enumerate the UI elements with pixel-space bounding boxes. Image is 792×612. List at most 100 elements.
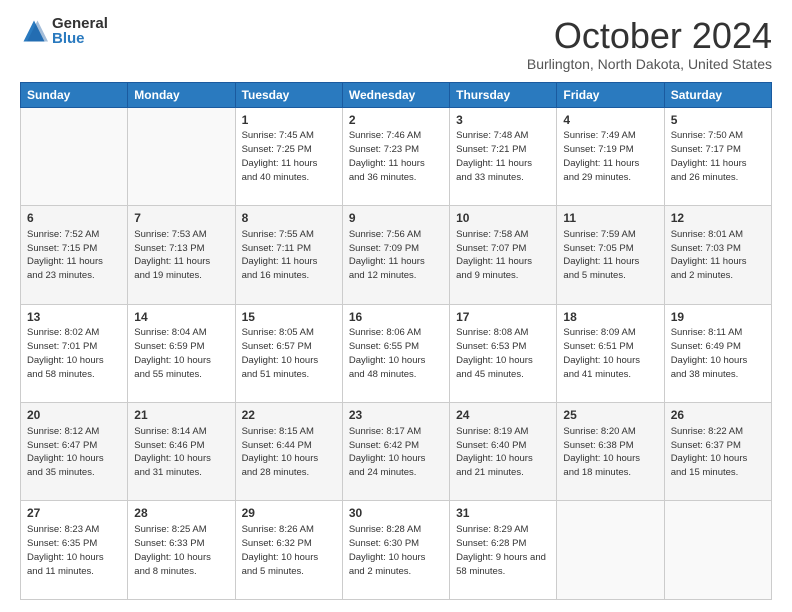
day-info: Sunrise: 8:17 AMSunset: 6:42 PMDaylight:… [349, 425, 443, 480]
day-info: Sunrise: 8:14 AMSunset: 6:46 PMDaylight:… [134, 425, 228, 480]
day-info: Sunrise: 7:49 AMSunset: 7:19 PMDaylight:… [563, 129, 657, 184]
day-info: Sunrise: 8:05 AMSunset: 6:57 PMDaylight:… [242, 326, 336, 381]
title-block: October 2024 Burlington, North Dakota, U… [527, 16, 772, 72]
day-number: 27 [27, 505, 121, 522]
day-number: 26 [671, 407, 765, 424]
day-number: 22 [242, 407, 336, 424]
day-number: 15 [242, 309, 336, 326]
header: General Blue October 2024 Burlington, No… [20, 16, 772, 72]
calendar-header-thursday: Thursday [450, 82, 557, 107]
day-info: Sunrise: 8:15 AMSunset: 6:44 PMDaylight:… [242, 425, 336, 480]
day-info: Sunrise: 7:50 AMSunset: 7:17 PMDaylight:… [671, 129, 765, 184]
day-number: 25 [563, 407, 657, 424]
calendar-cell: 22Sunrise: 8:15 AMSunset: 6:44 PMDayligh… [235, 403, 342, 501]
calendar-cell: 23Sunrise: 8:17 AMSunset: 6:42 PMDayligh… [342, 403, 449, 501]
calendar-cell: 13Sunrise: 8:02 AMSunset: 7:01 PMDayligh… [21, 304, 128, 402]
calendar-header-sunday: Sunday [21, 82, 128, 107]
calendar-week-row: 27Sunrise: 8:23 AMSunset: 6:35 PMDayligh… [21, 501, 772, 600]
day-info: Sunrise: 8:06 AMSunset: 6:55 PMDaylight:… [349, 326, 443, 381]
day-info: Sunrise: 7:48 AMSunset: 7:21 PMDaylight:… [456, 129, 550, 184]
calendar-cell: 16Sunrise: 8:06 AMSunset: 6:55 PMDayligh… [342, 304, 449, 402]
day-info: Sunrise: 7:52 AMSunset: 7:15 PMDaylight:… [27, 228, 121, 283]
day-info: Sunrise: 8:29 AMSunset: 6:28 PMDaylight:… [456, 523, 550, 578]
day-info: Sunrise: 7:58 AMSunset: 7:07 PMDaylight:… [456, 228, 550, 283]
day-number: 14 [134, 309, 228, 326]
calendar-cell: 10Sunrise: 7:58 AMSunset: 7:07 PMDayligh… [450, 206, 557, 304]
day-number: 16 [349, 309, 443, 326]
day-number: 28 [134, 505, 228, 522]
logo-icon [20, 17, 48, 45]
location: Burlington, North Dakota, United States [527, 56, 772, 72]
calendar-cell [664, 501, 771, 600]
calendar-cell: 3Sunrise: 7:48 AMSunset: 7:21 PMDaylight… [450, 107, 557, 205]
calendar-cell: 24Sunrise: 8:19 AMSunset: 6:40 PMDayligh… [450, 403, 557, 501]
calendar-header-wednesday: Wednesday [342, 82, 449, 107]
day-number: 5 [671, 112, 765, 129]
day-number: 8 [242, 210, 336, 227]
month-title: October 2024 [527, 16, 772, 56]
day-info: Sunrise: 7:46 AMSunset: 7:23 PMDaylight:… [349, 129, 443, 184]
calendar-cell: 27Sunrise: 8:23 AMSunset: 6:35 PMDayligh… [21, 501, 128, 600]
day-info: Sunrise: 8:04 AMSunset: 6:59 PMDaylight:… [134, 326, 228, 381]
calendar-cell: 30Sunrise: 8:28 AMSunset: 6:30 PMDayligh… [342, 501, 449, 600]
day-number: 29 [242, 505, 336, 522]
day-info: Sunrise: 7:53 AMSunset: 7:13 PMDaylight:… [134, 228, 228, 283]
calendar-cell: 29Sunrise: 8:26 AMSunset: 6:32 PMDayligh… [235, 501, 342, 600]
day-number: 9 [349, 210, 443, 227]
day-info: Sunrise: 8:25 AMSunset: 6:33 PMDaylight:… [134, 523, 228, 578]
calendar-cell: 4Sunrise: 7:49 AMSunset: 7:19 PMDaylight… [557, 107, 664, 205]
calendar-cell: 18Sunrise: 8:09 AMSunset: 6:51 PMDayligh… [557, 304, 664, 402]
calendar-cell: 2Sunrise: 7:46 AMSunset: 7:23 PMDaylight… [342, 107, 449, 205]
calendar-week-row: 6Sunrise: 7:52 AMSunset: 7:15 PMDaylight… [21, 206, 772, 304]
calendar-cell: 1Sunrise: 7:45 AMSunset: 7:25 PMDaylight… [235, 107, 342, 205]
calendar-cell: 11Sunrise: 7:59 AMSunset: 7:05 PMDayligh… [557, 206, 664, 304]
day-number: 24 [456, 407, 550, 424]
calendar-cell: 19Sunrise: 8:11 AMSunset: 6:49 PMDayligh… [664, 304, 771, 402]
day-info: Sunrise: 8:22 AMSunset: 6:37 PMDaylight:… [671, 425, 765, 480]
day-number: 21 [134, 407, 228, 424]
calendar-cell: 17Sunrise: 8:08 AMSunset: 6:53 PMDayligh… [450, 304, 557, 402]
day-info: Sunrise: 8:09 AMSunset: 6:51 PMDaylight:… [563, 326, 657, 381]
calendar-week-row: 20Sunrise: 8:12 AMSunset: 6:47 PMDayligh… [21, 403, 772, 501]
day-info: Sunrise: 7:45 AMSunset: 7:25 PMDaylight:… [242, 129, 336, 184]
calendar-table: SundayMondayTuesdayWednesdayThursdayFrid… [20, 82, 772, 600]
day-info: Sunrise: 8:20 AMSunset: 6:38 PMDaylight:… [563, 425, 657, 480]
day-info: Sunrise: 7:56 AMSunset: 7:09 PMDaylight:… [349, 228, 443, 283]
calendar-cell: 12Sunrise: 8:01 AMSunset: 7:03 PMDayligh… [664, 206, 771, 304]
day-number: 31 [456, 505, 550, 522]
day-info: Sunrise: 8:11 AMSunset: 6:49 PMDaylight:… [671, 326, 765, 381]
day-info: Sunrise: 8:19 AMSunset: 6:40 PMDaylight:… [456, 425, 550, 480]
calendar-header-monday: Monday [128, 82, 235, 107]
day-number: 23 [349, 407, 443, 424]
day-info: Sunrise: 8:12 AMSunset: 6:47 PMDaylight:… [27, 425, 121, 480]
day-info: Sunrise: 8:26 AMSunset: 6:32 PMDaylight:… [242, 523, 336, 578]
day-number: 6 [27, 210, 121, 227]
day-info: Sunrise: 8:23 AMSunset: 6:35 PMDaylight:… [27, 523, 121, 578]
calendar-cell: 21Sunrise: 8:14 AMSunset: 6:46 PMDayligh… [128, 403, 235, 501]
day-number: 10 [456, 210, 550, 227]
page: General Blue October 2024 Burlington, No… [0, 0, 792, 612]
logo-text: General Blue [52, 16, 108, 46]
day-number: 1 [242, 112, 336, 129]
calendar-header-friday: Friday [557, 82, 664, 107]
calendar-cell: 5Sunrise: 7:50 AMSunset: 7:17 PMDaylight… [664, 107, 771, 205]
calendar-cell [557, 501, 664, 600]
day-info: Sunrise: 8:01 AMSunset: 7:03 PMDaylight:… [671, 228, 765, 283]
logo-general: General [52, 16, 108, 31]
calendar-cell: 7Sunrise: 7:53 AMSunset: 7:13 PMDaylight… [128, 206, 235, 304]
calendar-cell [128, 107, 235, 205]
calendar-cell: 26Sunrise: 8:22 AMSunset: 6:37 PMDayligh… [664, 403, 771, 501]
logo-blue: Blue [52, 31, 108, 46]
day-number: 19 [671, 309, 765, 326]
day-info: Sunrise: 8:08 AMSunset: 6:53 PMDaylight:… [456, 326, 550, 381]
calendar-cell: 14Sunrise: 8:04 AMSunset: 6:59 PMDayligh… [128, 304, 235, 402]
day-number: 20 [27, 407, 121, 424]
calendar-cell: 20Sunrise: 8:12 AMSunset: 6:47 PMDayligh… [21, 403, 128, 501]
calendar-cell: 9Sunrise: 7:56 AMSunset: 7:09 PMDaylight… [342, 206, 449, 304]
day-number: 4 [563, 112, 657, 129]
calendar-week-row: 1Sunrise: 7:45 AMSunset: 7:25 PMDaylight… [21, 107, 772, 205]
day-number: 17 [456, 309, 550, 326]
calendar-week-row: 13Sunrise: 8:02 AMSunset: 7:01 PMDayligh… [21, 304, 772, 402]
day-number: 30 [349, 505, 443, 522]
day-number: 2 [349, 112, 443, 129]
